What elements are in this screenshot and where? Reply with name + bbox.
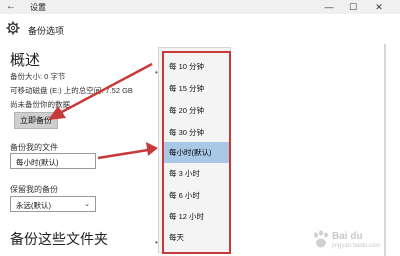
- paw-icon: [314, 230, 328, 248]
- backup-folders-heading: 备份这些文件夹: [10, 231, 108, 247]
- watermark-url: jingyan.baidu.com: [332, 243, 381, 249]
- scrollbar[interactable]: [384, 44, 386, 256]
- baidu-watermark: Bai du jingyan.baidu.com: [312, 228, 396, 254]
- title-bar: ← 设置 — ☐ ✕: [0, 0, 400, 14]
- page-title: 备份选项: [28, 26, 65, 36]
- gear-icon: [6, 21, 20, 40]
- close-button[interactable]: ✕: [372, 0, 386, 14]
- annotation-arrow-icon: [48, 62, 153, 120]
- page-header: 备份选项: [0, 14, 400, 44]
- list-dot: •: [155, 238, 158, 247]
- backup-frequency-select[interactable]: 每小时(默认): [10, 153, 96, 169]
- backup-frequency-value: 每小时(默认): [16, 158, 59, 167]
- back-arrow-icon[interactable]: ←: [6, 1, 16, 12]
- keep-backups-label: 保留我的备份: [10, 185, 58, 194]
- annotation-arrow-icon: [97, 142, 158, 160]
- window-title: 设置: [30, 3, 46, 12]
- overview-heading: 概述: [10, 52, 41, 69]
- chevron-down-icon: ⌄: [84, 201, 90, 208]
- keep-backups-select[interactable]: 永远(默认) ⌄: [10, 196, 96, 212]
- maximize-button[interactable]: ☐: [346, 0, 360, 14]
- minimize-button[interactable]: —: [322, 0, 336, 14]
- backup-files-label: 备份我的文件: [10, 143, 58, 152]
- keep-backups-value: 永远(默认): [16, 201, 51, 210]
- annotation-highlight-box: [162, 51, 231, 254]
- watermark-text: Bai du: [332, 231, 363, 242]
